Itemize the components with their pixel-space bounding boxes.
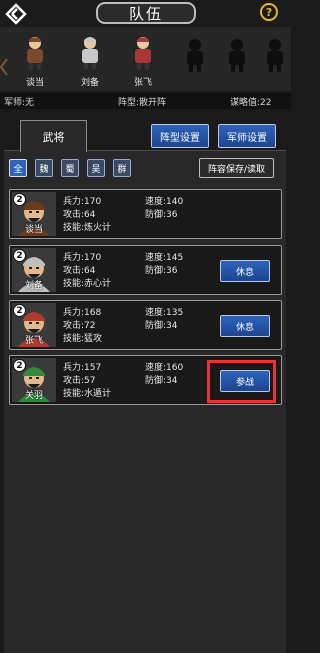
general-sprite-icon — [82, 37, 98, 70]
troops-text: 兵力:170 — [63, 253, 102, 263]
empty-party-slot[interactable] — [175, 35, 215, 91]
defense-text: 防御:36 — [145, 210, 178, 220]
level-badge: 2 — [13, 249, 26, 262]
general-sprite-icon — [27, 37, 43, 70]
highlight-box — [207, 360, 276, 403]
defense-text: 防御:36 — [145, 266, 178, 276]
party-member-slot[interactable]: 谈当 — [15, 33, 55, 89]
info-bar: 军师:无 阵型:散开阵 谋略值:22 — [0, 93, 291, 109]
advisor-text: 军师:无 — [4, 98, 35, 108]
party-member-slot[interactable]: 刘备 — [70, 33, 110, 89]
level-badge: 2 — [13, 304, 26, 317]
general-card[interactable]: 2 张飞 兵力:168 速度:135 攻击:72 防御:34 技能:猛攻 休息 — [9, 300, 282, 350]
party-member-name: 谈当 — [25, 78, 44, 88]
troops-text: 兵力:168 — [63, 308, 102, 318]
attack-text: 攻击:64 — [63, 266, 96, 276]
party-member-slot[interactable]: 张飞 — [123, 33, 163, 89]
attack-text: 攻击:57 — [63, 376, 96, 386]
advisor-settings-button[interactable]: 军师设置 — [218, 124, 276, 148]
defense-text: 防御:34 — [145, 376, 178, 386]
general-card[interactable]: 2 谈当 兵力:170 速度:140 攻击:64 防御:36 技能:炼火计 — [9, 189, 282, 239]
scroll-left-icon[interactable] — [0, 57, 8, 77]
level-badge: 2 — [13, 193, 26, 206]
general-portrait: 2 刘备 — [12, 248, 56, 292]
faction-filter-button[interactable]: 全 — [9, 159, 27, 177]
speed-text: 速度:145 — [145, 253, 184, 263]
party-member-name: 张飞 — [133, 78, 152, 88]
speed-text: 速度:135 — [145, 308, 184, 318]
lineup-save-load-button[interactable]: 阵容保存/读取 — [199, 158, 274, 178]
rest-button[interactable]: 休息 — [220, 260, 270, 282]
skill-text: 技能:赤心计 — [63, 279, 112, 289]
skill-text: 技能:炼火计 — [63, 223, 112, 233]
empty-party-slot[interactable] — [217, 35, 257, 91]
help-icon[interactable]: ? — [260, 3, 278, 21]
attack-text: 攻击:64 — [63, 210, 96, 220]
skill-text: 技能:水遁计 — [63, 389, 112, 399]
speed-text: 速度:140 — [145, 197, 184, 207]
silhouette-icon — [267, 39, 283, 72]
general-name: 谈当 — [24, 225, 43, 235]
back-icon[interactable] — [5, 3, 27, 25]
formation-text: 阵型:散开阵 — [118, 98, 167, 108]
troops-text: 兵力:170 — [63, 197, 102, 207]
general-name: 刘备 — [24, 281, 43, 291]
top-bar: 队伍 ? — [0, 0, 291, 27]
general-name: 关羽 — [24, 391, 43, 401]
general-portrait: 2 关羽 — [12, 358, 56, 402]
general-sprite-icon — [135, 37, 151, 70]
level-badge: 2 — [13, 359, 26, 372]
silhouette-icon — [229, 39, 245, 72]
rest-button[interactable]: 休息 — [220, 315, 270, 337]
strategy-value-text: 谋略值:22 — [230, 98, 272, 108]
faction-filter-button[interactable]: 吴 — [87, 159, 105, 177]
faction-filter-button[interactable]: 群 — [113, 159, 131, 177]
defense-text: 防御:34 — [145, 321, 178, 331]
empty-party-slot[interactable] — [255, 35, 295, 91]
attack-text: 攻击:72 — [63, 321, 96, 331]
faction-filter-button[interactable]: 魏 — [35, 159, 53, 177]
page-title: 队伍 — [96, 2, 196, 24]
formation-settings-button[interactable]: 阵型设置 — [151, 124, 209, 148]
tab-generals[interactable]: 武将 — [20, 120, 87, 152]
skill-text: 技能:猛攻 — [63, 334, 103, 344]
speed-text: 速度:160 — [145, 363, 184, 373]
general-portrait: 2 张飞 — [12, 303, 56, 347]
troops-text: 兵力:157 — [63, 363, 102, 373]
party-member-name: 刘备 — [80, 78, 99, 88]
general-portrait: 2 谈当 — [12, 192, 56, 236]
general-name: 张飞 — [24, 336, 43, 346]
faction-filter-button[interactable]: 蜀 — [61, 159, 79, 177]
silhouette-icon — [187, 39, 203, 72]
general-card[interactable]: 2 刘备 兵力:170 速度:145 攻击:64 防御:36 技能:赤心计 休息 — [9, 245, 282, 295]
